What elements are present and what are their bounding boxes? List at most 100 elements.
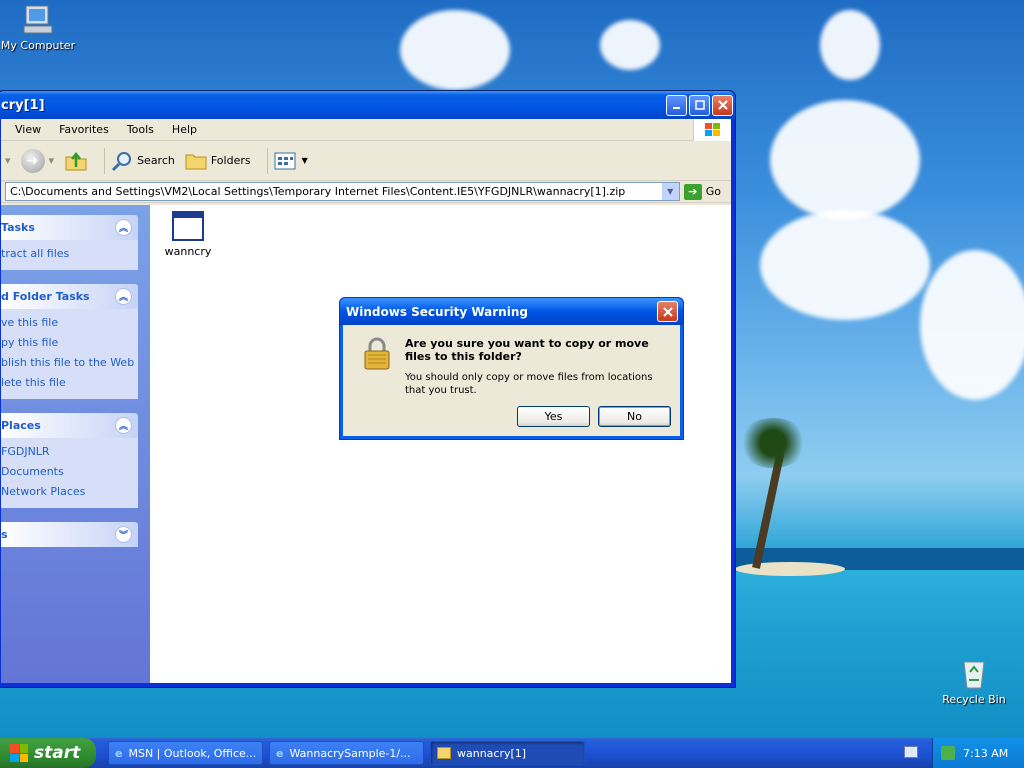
address-input[interactable]: C:\Documents and Settings\VM2\Local Sett… — [5, 182, 680, 201]
folders-icon — [185, 154, 207, 169]
maximize-icon — [694, 100, 705, 110]
forward-arrow-icon: ➜ — [20, 148, 45, 173]
back-button[interactable]: ▾ — [5, 154, 11, 167]
task-link-publish[interactable]: blish this file to the Web — [1, 353, 138, 373]
menu-favorites[interactable]: Favorites — [50, 123, 118, 136]
dialog-title: Windows Security Warning — [346, 304, 528, 319]
windows-logo — [693, 118, 731, 141]
dialog-close-button[interactable] — [657, 301, 678, 322]
chevron-up-icon[interactable]: ︽ — [115, 219, 132, 236]
keyboard-icon[interactable] — [904, 746, 918, 758]
sand-island — [735, 562, 845, 576]
taskbar-item-label: wannacry[1] — [457, 746, 527, 760]
minimize-button[interactable] — [666, 94, 687, 116]
minimize-icon — [672, 107, 680, 109]
toolbar-separator — [104, 147, 106, 174]
panel-body: tract all files — [1, 240, 138, 270]
place-link-network[interactable]: Network Places — [1, 482, 138, 502]
window-title: cry[1] — [1, 97, 45, 113]
go-button[interactable]: ➔ Go — [683, 183, 721, 200]
place-link-folder[interactable]: FGDJNLR — [1, 442, 138, 462]
address-dropdown-button[interactable]: ▼ — [661, 183, 679, 200]
panel-header[interactable]: Places ︽ — [1, 413, 138, 438]
panel-title: Places — [1, 419, 41, 432]
dialog-title-bar[interactable]: Windows Security Warning — [340, 298, 683, 325]
desktop-icon-recycle-bin[interactable]: Recycle Bin — [934, 656, 1014, 706]
cloud — [770, 100, 920, 220]
close-icon — [717, 100, 728, 110]
task-link-extract[interactable]: tract all files — [1, 244, 138, 264]
menu-bar: View Favorites Tools Help — [1, 118, 731, 141]
taskbar-item-label: WannacrySample-1/... — [289, 746, 411, 760]
up-folder-icon — [65, 151, 87, 170]
windows-flag-icon — [10, 744, 28, 762]
panel-details: s ︾ — [1, 522, 138, 547]
menu-help[interactable]: Help — [163, 123, 206, 136]
chevron-down-icon: ▼ — [301, 156, 308, 165]
windows-flag-icon — [704, 122, 720, 136]
taskbar-item-wannacry-zip[interactable]: wannacry[1] — [430, 741, 585, 765]
taskbar-item-wannacry-sample[interactable]: e WannacrySample-1/... — [269, 741, 424, 765]
task-link-delete[interactable]: lete this file — [1, 373, 138, 393]
toolbar: ▾ ➜ ▾ Search Folders ▼ — [1, 141, 731, 181]
title-bar[interactable]: cry[1] — [0, 91, 735, 119]
clock[interactable]: 7:13 AM — [963, 747, 1008, 760]
cloud — [920, 250, 1024, 400]
search-label: Search — [137, 154, 175, 167]
menu-tools[interactable]: Tools — [118, 123, 163, 136]
cloud — [820, 10, 880, 80]
taskbar-item-msn[interactable]: e MSN | Outlook, Office... — [108, 741, 263, 765]
panel-body: ve this file py this file blish this fil… — [1, 309, 138, 399]
panel-title: d Folder Tasks — [1, 290, 90, 303]
file-name: wanncry — [164, 245, 212, 258]
security-warning-dialog: Windows Security Warning Are you sure yo… — [339, 297, 684, 440]
task-link-copy[interactable]: py this file — [1, 333, 138, 353]
chevron-up-icon[interactable]: ︽ — [115, 288, 132, 305]
panel-body: FGDJNLR Documents Network Places — [1, 438, 138, 508]
forward-button[interactable]: ➜ ▾ — [20, 148, 54, 173]
desktop-icon-label: Recycle Bin — [942, 693, 1006, 706]
no-button[interactable]: No — [598, 406, 671, 427]
yes-button[interactable]: Yes — [517, 406, 590, 427]
computer-icon — [23, 5, 53, 34]
dialog-question: Are you sure you want to copy or move fi… — [405, 337, 649, 363]
place-link-documents[interactable]: Documents — [1, 462, 138, 482]
up-folder-button[interactable] — [64, 149, 88, 173]
panel-header[interactable]: s ︾ — [1, 522, 138, 547]
go-label: Go — [705, 185, 721, 198]
cloud — [400, 10, 510, 90]
panel-header[interactable]: Tasks ︽ — [1, 215, 138, 240]
close-button[interactable] — [712, 94, 733, 116]
chevron-up-icon[interactable]: ︽ — [115, 417, 132, 434]
panel-file-folder-tasks: d Folder Tasks ︽ ve this file py this fi… — [1, 284, 138, 399]
chevron-down-icon[interactable]: ︾ — [115, 526, 132, 543]
application-window-icon — [172, 211, 204, 241]
views-button[interactable]: ▼ — [274, 151, 308, 171]
maximize-button[interactable] — [689, 94, 710, 116]
search-icon — [112, 151, 132, 171]
explorer-body: Tasks ︽ tract all files d Folder Tasks ︽… — [1, 205, 731, 683]
folders-button[interactable]: Folders — [185, 151, 251, 171]
search-button[interactable]: Search — [111, 150, 175, 172]
desktop-icon-label: My Computer — [0, 39, 76, 52]
address-value: C:\Documents and Settings\VM2\Local Sett… — [10, 185, 626, 198]
taskbar: start e MSN | Outlook, Office... e Wanna… — [0, 738, 1024, 768]
cloud — [760, 210, 930, 320]
system-tray: 7:13 AM — [932, 738, 1024, 768]
zip-folder-icon — [437, 747, 451, 759]
menu-view[interactable]: View — [1, 123, 50, 136]
close-icon — [662, 306, 673, 317]
file-item[interactable]: wanncry — [164, 211, 212, 258]
address-bar: C:\Documents and Settings\VM2\Local Sett… — [1, 181, 731, 203]
panel-header[interactable]: d Folder Tasks ︽ — [1, 284, 138, 309]
task-link-move[interactable]: ve this file — [1, 313, 138, 333]
recycle-bin-icon — [963, 661, 985, 689]
network-icon[interactable] — [941, 746, 955, 760]
file-list: wanncry — [150, 205, 731, 683]
desktop-icon-my-computer[interactable]: My Computer — [0, 4, 78, 52]
task-pane: Tasks ︽ tract all files d Folder Tasks ︽… — [1, 205, 150, 683]
start-label: start — [34, 743, 81, 763]
taskbar-item-label: MSN | Outlook, Office... — [128, 746, 257, 760]
panel-title: s — [1, 528, 8, 541]
start-button[interactable]: start — [0, 738, 96, 768]
